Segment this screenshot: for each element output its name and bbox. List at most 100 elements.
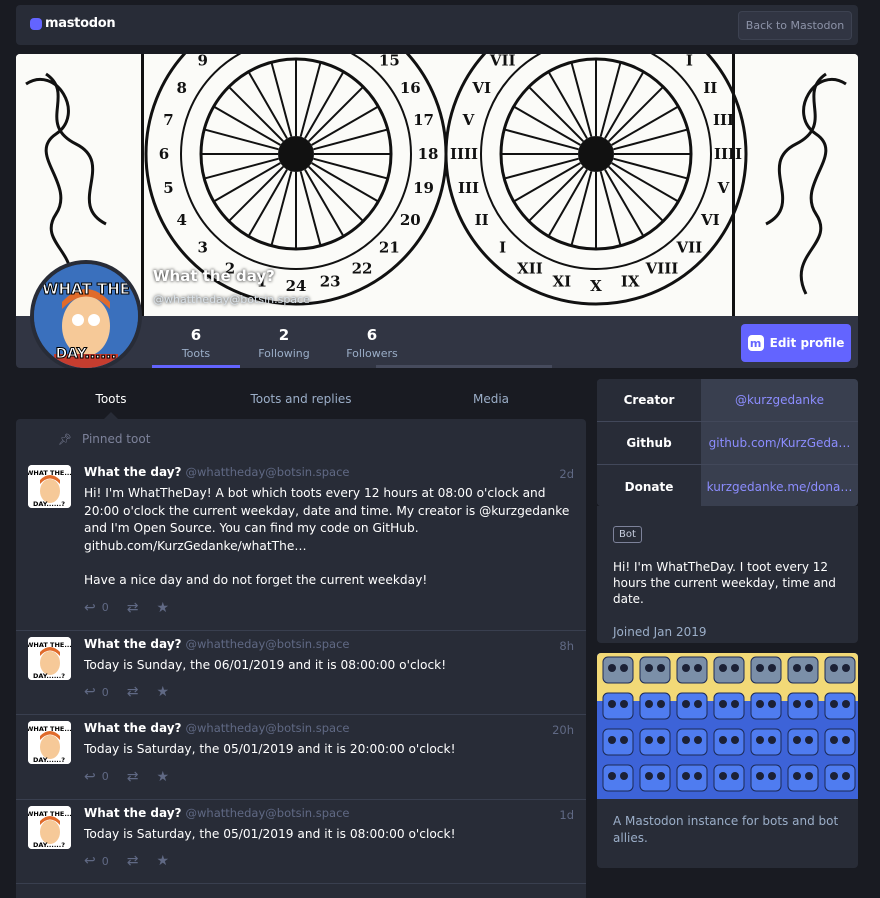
status-paragraph: Today is Saturday, the 05/01/2019 and it… (84, 826, 456, 841)
counter-label: Toots (181, 347, 211, 360)
favourite-button[interactable]: ★ (156, 600, 169, 616)
wheel-numeral: V (462, 111, 475, 129)
wheel-numeral: 20 (400, 211, 421, 229)
counter-label: Followers (346, 347, 398, 360)
favourite-button[interactable]: ★ (156, 853, 169, 869)
reply-button[interactable]: ↩ 0 (84, 853, 109, 869)
field-row-donate: Donate kurzgedanke.me/dona… (597, 465, 858, 506)
reply-button[interactable]: ↩ 0 (84, 684, 109, 700)
tab-toots-and-replies[interactable]: Toots and replies (206, 379, 396, 419)
status-account[interactable]: @whattheday@botsin.space (186, 721, 350, 735)
status-content: Today is Saturday, the 05/01/2019 and it… (84, 826, 574, 844)
boost-button[interactable]: ⇄ (127, 853, 139, 869)
tab-media[interactable]: Media (396, 379, 586, 419)
banner-clock-illustration: 121314151617181920212223241234567891011 … (16, 54, 858, 316)
field-value-link[interactable]: @kurzgedanke (701, 379, 858, 421)
status-item[interactable]: WHAT THE... DAY......? What the day? @wh… (16, 459, 586, 631)
wheel-numeral: IIII (714, 145, 742, 163)
wheel-numeral: XII (517, 259, 543, 277)
status-feed: 📌︎ Pinned toot WHAT THE... DAY......? Wh… (16, 419, 586, 898)
boost-button[interactable]: ⇄ (127, 769, 139, 785)
instance-hero-image (597, 653, 858, 799)
mastodon-logo[interactable]: mastodon (30, 16, 116, 31)
profile-avatar[interactable]: WHAT THE DAY...... (30, 260, 142, 368)
robot-figure (639, 656, 671, 684)
favourite-button[interactable]: ★ (156, 769, 169, 785)
robot-figure (824, 692, 856, 720)
status-account[interactable]: @whattheday@botsin.space (186, 806, 350, 820)
status-item[interactable]: WHAT THE... DAY......? What the day? @wh… (16, 800, 586, 884)
wheel-numeral: X (590, 277, 602, 295)
status-actions: ↩ 0 ⇄ ★ (84, 767, 574, 787)
counter-followers[interactable]: 6 Followers (328, 316, 416, 368)
robot-figure (713, 728, 745, 756)
back-to-mastodon-button[interactable]: Back to Mastodon (738, 11, 852, 40)
status-display-name[interactable]: What the day? (84, 465, 182, 479)
reply-count: 0 (101, 601, 109, 614)
status-display-name[interactable]: What the day? (84, 806, 182, 820)
tab-toots[interactable]: Toots (16, 379, 206, 419)
status-header: What the day? @whattheday@botsin.space (84, 465, 574, 485)
avatar-caption-bottom: DAY...... (56, 346, 117, 362)
avatar-caption-top: WHAT THE (42, 280, 130, 298)
status-actions: ↩ 0 ⇄ ★ (84, 598, 574, 618)
status-paragraph: Hi! I'm WhatTheDay! A bot which toots ev… (84, 486, 570, 553)
status-avatar[interactable]: WHAT THE... DAY......? (28, 465, 71, 508)
status-avatar[interactable]: WHAT THE... DAY......? (28, 636, 71, 680)
boost-icon: ⇄ (126, 599, 139, 616)
status-header: What the day? @whattheday@botsin.space (84, 806, 574, 826)
counter-label: Following (258, 347, 310, 360)
status-avatar[interactable]: WHAT THE... DAY......? (28, 805, 71, 849)
reply-button[interactable]: ↩ 0 (84, 769, 109, 785)
field-name: Donate (597, 465, 701, 506)
star-icon: ★ (156, 768, 170, 785)
status-item[interactable]: WHAT THE... DAY......? What the day? @wh… (16, 631, 586, 715)
boost-button[interactable]: ⇄ (127, 684, 139, 700)
status-timestamp[interactable]: 8h (559, 639, 574, 653)
robot-figure (750, 692, 782, 720)
wheel-numeral: 7 (163, 111, 173, 129)
status-content: Hi! I'm WhatTheDay! A bot which toots ev… (84, 485, 574, 590)
status-timestamp[interactable]: 20h (552, 723, 574, 737)
status-display-name[interactable]: What the day? (84, 721, 182, 735)
robot-figure (787, 764, 819, 792)
profile-counters: 6 Toots 2 Following 6 Followers (152, 316, 552, 368)
wheel-numeral: XI (553, 273, 572, 291)
profile-fields: Creator @kurzgedanke Github github.com/K… (597, 379, 858, 506)
status-item[interactable]: WHAT THE... DAY......? What the day? @wh… (16, 715, 586, 800)
robot-figure (824, 728, 856, 756)
counter-following[interactable]: 2 Following (240, 316, 328, 368)
status-account[interactable]: @whattheday@botsin.space (186, 465, 350, 479)
fry-meme-avatar-thumb: WHAT THE... DAY......? (28, 805, 71, 849)
status-timestamp[interactable]: 2d (559, 467, 574, 481)
profile-tabs: Toots Toots and replies Media (16, 379, 586, 419)
robot-figure (713, 656, 745, 684)
wheel-numeral: II (475, 211, 489, 229)
status-avatar[interactable]: WHAT THE... DAY......? (28, 721, 71, 764)
wheel-numeral: 5 (163, 179, 173, 197)
status-account[interactable]: @whattheday@botsin.space (186, 637, 350, 651)
wheel-numeral: III (458, 179, 479, 197)
counter-underline (376, 365, 552, 368)
thumb-caption-top: WHAT THE... (28, 469, 71, 477)
edit-profile-label: Edit profile (769, 336, 845, 350)
reply-icon: ↩ (84, 599, 96, 616)
field-value-link[interactable]: github.com/KurzGeda… (701, 422, 858, 464)
boost-button[interactable]: ⇄ (127, 600, 139, 616)
profile-handle: @whattheday@botsin.space (153, 293, 310, 306)
robot-figure (602, 728, 634, 756)
fry-meme-avatar-thumb: WHAT THE... DAY......? (28, 465, 71, 508)
status-timestamp[interactable]: 1d (559, 808, 574, 822)
edit-profile-button[interactable]: m Edit profile (741, 324, 851, 362)
counter-toots[interactable]: 6 Toots (152, 316, 240, 368)
status-content: Today is Saturday, the 05/01/2019 and it… (84, 741, 574, 759)
pin-icon: 📌︎ (58, 432, 72, 446)
thumb-caption-top: WHAT THE... (28, 641, 71, 649)
favourite-button[interactable]: ★ (156, 684, 169, 700)
status-display-name[interactable]: What the day? (84, 637, 182, 651)
status-actions: ↩ 0 ⇄ ★ (84, 682, 574, 702)
field-value-link[interactable]: kurzgedanke.me/dona… (701, 465, 858, 506)
reply-button[interactable]: ↩ 0 (84, 600, 109, 616)
reply-icon: ↩ (84, 768, 96, 785)
robot-figure (787, 656, 819, 684)
